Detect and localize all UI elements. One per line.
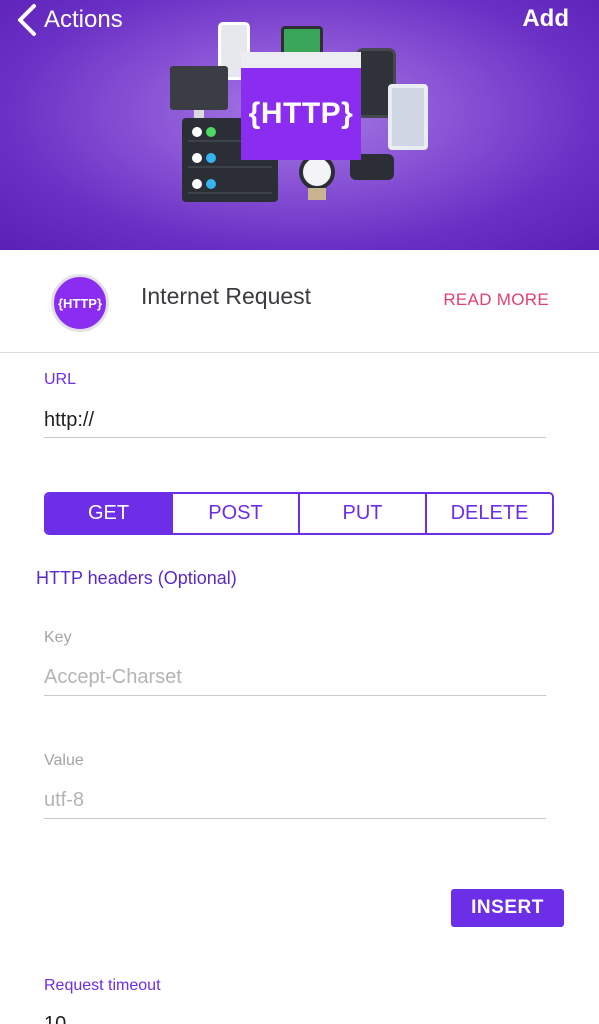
action-info-row: {HTTP} Internet Request READ MORE	[0, 250, 599, 353]
url-underline	[44, 437, 546, 438]
header-value-label: Value	[44, 752, 84, 769]
back-button-label: Actions	[44, 6, 123, 33]
header-key-underline	[44, 695, 546, 696]
monitor-stand	[194, 110, 204, 118]
http-illustration: {HTTP}	[160, 18, 435, 208]
url-label: URL	[44, 371, 77, 388]
header-banner: Actions Add {HTTP}	[0, 0, 599, 250]
http-method-selector: GET POST PUT DELETE	[44, 492, 554, 535]
http-action-icon: {HTTP}	[51, 274, 109, 332]
tablet-icon	[388, 84, 428, 150]
method-get-tab[interactable]: GET	[46, 494, 171, 533]
monitor-icon	[170, 66, 228, 110]
http-badge: {HTTP}	[241, 52, 361, 160]
request-timeout-label: Request timeout	[44, 977, 161, 994]
request-timeout-input[interactable]: 10	[44, 1013, 66, 1024]
chevron-left-icon	[18, 4, 36, 36]
watch-band	[308, 188, 326, 200]
action-title: Internet Request	[141, 283, 312, 309]
back-button[interactable]: Actions	[16, 2, 123, 38]
header-value-underline	[44, 818, 546, 819]
add-button[interactable]: Add	[522, 5, 569, 33]
insert-header-button[interactable]: INSERT	[451, 889, 564, 927]
header-key-input[interactable]: Accept-Charset	[44, 666, 182, 689]
method-post-tab[interactable]: POST	[171, 494, 298, 533]
method-put-tab[interactable]: PUT	[298, 494, 425, 533]
method-delete-tab[interactable]: DELETE	[425, 494, 552, 533]
read-more-link[interactable]: READ MORE	[443, 290, 549, 310]
http-headers-title: HTTP headers (Optional)	[36, 568, 237, 588]
url-input[interactable]: http://	[44, 409, 94, 432]
header-value-input[interactable]: utf-8	[44, 789, 84, 812]
header-key-label: Key	[44, 629, 72, 646]
